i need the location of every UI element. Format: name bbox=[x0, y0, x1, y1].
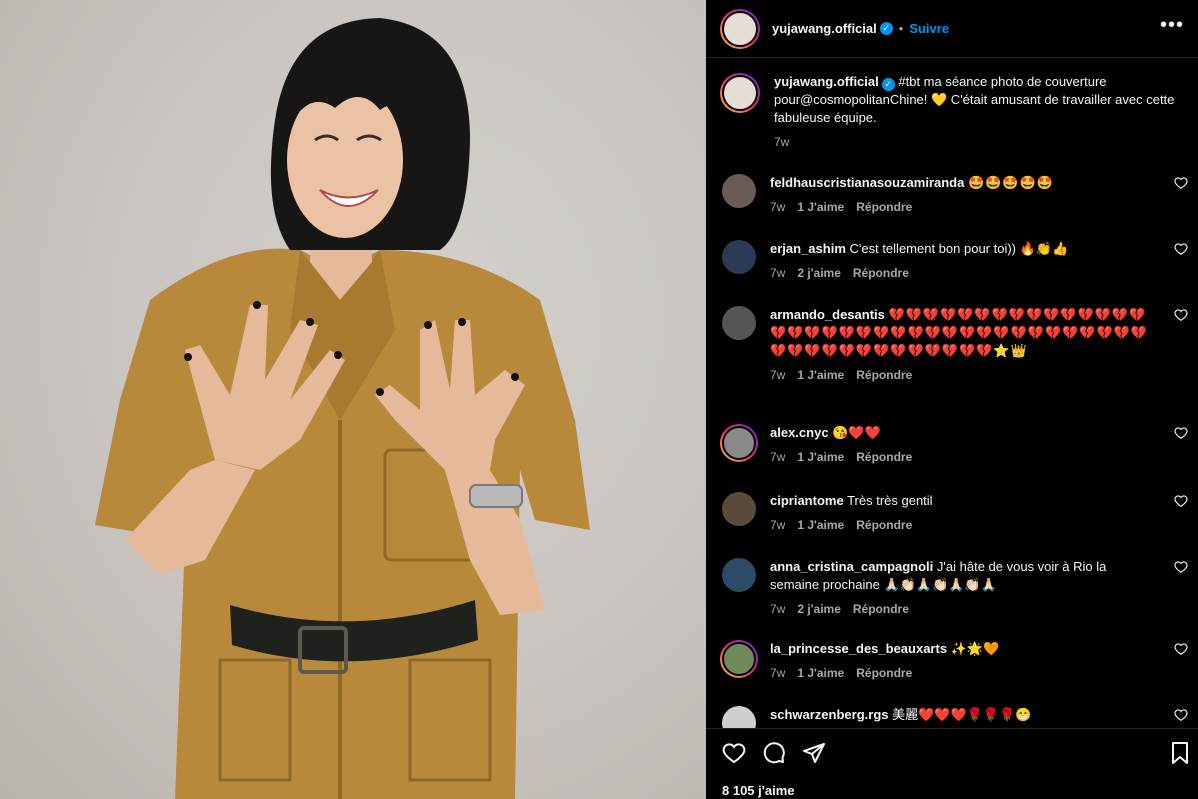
comment-username[interactable]: cipriantome bbox=[770, 493, 844, 508]
comment-likes[interactable]: 2 j'aime bbox=[797, 264, 841, 282]
reply-button[interactable]: Répondre bbox=[853, 264, 909, 282]
commenter-avatar[interactable] bbox=[722, 240, 756, 274]
comment-icon[interactable] bbox=[762, 741, 786, 765]
reply-button[interactable]: Répondre bbox=[853, 600, 909, 618]
follow-button[interactable]: Suivre bbox=[909, 21, 949, 36]
comment-time[interactable]: 7w bbox=[770, 516, 785, 534]
comment-item: schwarzenberg.rgs 美麗❤️❤️❤️🌹🌹🌹😁 bbox=[706, 706, 1198, 728]
comment-item: cipriantome Très très gentil 7w 1 J'aime R… bbox=[706, 492, 1198, 534]
comment-text: 😘❤️❤️ bbox=[832, 425, 881, 440]
comment-username[interactable]: feldhauscristianasouzamiranda bbox=[770, 175, 964, 190]
action-bar: 8 105 j'aime bbox=[706, 728, 1198, 799]
comment-text: 🤩🤩🤩🤩🤩 bbox=[967, 175, 1054, 190]
caption-time[interactable]: 7w bbox=[774, 133, 789, 151]
commenter-avatar[interactable] bbox=[722, 706, 756, 728]
comment-text: Très très gentil bbox=[847, 493, 933, 508]
commenter-avatar[interactable] bbox=[722, 558, 756, 592]
more-options-icon[interactable]: ••• bbox=[1160, 15, 1184, 38]
comment-time[interactable]: 7w bbox=[770, 198, 785, 216]
commenter-avatar[interactable] bbox=[720, 424, 758, 462]
comment-likes[interactable]: 1 J'aime bbox=[797, 366, 844, 384]
likes-count[interactable]: 8 105 j'aime bbox=[722, 783, 794, 798]
separator-dot: • bbox=[898, 21, 904, 36]
commenter-avatar[interactable] bbox=[722, 174, 756, 208]
comment-username[interactable]: anna_cristina_campagnoli bbox=[770, 559, 933, 574]
comment-like-icon[interactable] bbox=[1174, 426, 1188, 440]
comment-likes[interactable]: 1 J'aime bbox=[797, 198, 844, 216]
comment-username[interactable]: erjan_ashim bbox=[770, 241, 846, 256]
comment-item: anna_cristina_campagnoli J'ai hâte de vo… bbox=[706, 558, 1198, 618]
comment-time[interactable]: 7w bbox=[770, 264, 785, 282]
comment-item: alex.cnyc 😘❤️❤️ 7w 1 J'aime Répondre bbox=[706, 424, 1198, 466]
comment-like-icon[interactable] bbox=[1174, 176, 1188, 190]
comment-text: ✨🌟🧡 bbox=[950, 641, 1000, 656]
commenter-avatar[interactable] bbox=[722, 306, 756, 340]
author-avatar[interactable] bbox=[720, 8, 760, 49]
comment-time[interactable]: 7w bbox=[770, 448, 785, 466]
reply-button[interactable]: Répondre bbox=[856, 366, 912, 384]
comment-time[interactable]: 7w bbox=[770, 366, 785, 384]
caption: yujawang.official ✓ #tbt ma séance photo … bbox=[706, 59, 1198, 151]
heart-icon[interactable] bbox=[722, 741, 746, 765]
post-image[interactable] bbox=[0, 0, 706, 799]
comment-like-icon[interactable] bbox=[1174, 242, 1188, 256]
comment-username[interactable]: alex.cnyc bbox=[770, 425, 829, 440]
verified-icon: ✓ bbox=[881, 78, 895, 91]
comment-likes[interactable]: 1 J'aime bbox=[797, 664, 844, 682]
comment-likes[interactable]: 1 J'aime bbox=[797, 516, 844, 534]
comment-likes[interactable]: 1 J'aime bbox=[797, 448, 844, 466]
comment-time[interactable]: 7w bbox=[770, 600, 785, 618]
comment-username[interactable]: armando_desantis bbox=[770, 307, 885, 322]
reply-button[interactable]: Répondre bbox=[856, 198, 912, 216]
comment-text: 美麗❤️❤️❤️🌹🌹🌹😁 bbox=[892, 707, 1032, 722]
reply-button[interactable]: Répondre bbox=[856, 516, 912, 534]
comment-like-icon[interactable] bbox=[1174, 560, 1188, 574]
post-panel: yujawang.official ✓ • Suivre ••• yujawan… bbox=[706, 0, 1198, 799]
comment-item: la_princesse_des_beauxarts ✨🌟🧡 7w 1 J'aim… bbox=[706, 640, 1198, 682]
caption-avatar[interactable] bbox=[720, 73, 760, 113]
comment-like-icon[interactable] bbox=[1174, 642, 1188, 656]
comment-like-icon[interactable] bbox=[1174, 308, 1188, 322]
commenter-avatar[interactable] bbox=[722, 492, 756, 526]
comment-time[interactable]: 7w bbox=[770, 664, 785, 682]
comment-username[interactable]: schwarzenberg.rgs bbox=[770, 707, 889, 722]
reply-button[interactable]: Répondre bbox=[856, 448, 912, 466]
send-icon[interactable] bbox=[802, 741, 826, 765]
comment-like-icon[interactable] bbox=[1174, 708, 1188, 722]
verified-icon: ✓ bbox=[879, 22, 893, 35]
comment-item: armando_desantis 💔💔💔💔💔💔💔💔💔💔💔💔💔💔💔💔💔💔💔💔💔💔💔… bbox=[706, 306, 1198, 384]
caption-username[interactable]: yujawang.official bbox=[774, 74, 879, 89]
post-header: yujawang.official ✓ • Suivre ••• bbox=[706, 0, 1198, 58]
author-username[interactable]: yujawang.official bbox=[772, 21, 877, 36]
comment-username[interactable]: la_princesse_des_beauxarts bbox=[770, 641, 947, 656]
commenter-avatar[interactable] bbox=[720, 640, 758, 678]
comment-likes[interactable]: 2 j'aime bbox=[797, 600, 841, 618]
bookmark-icon[interactable] bbox=[1168, 741, 1192, 765]
comment-item: erjan_ashim C'est tellement bon pour toi… bbox=[706, 240, 1198, 282]
reply-button[interactable]: Répondre bbox=[856, 664, 912, 682]
portrait-illustration bbox=[95, 18, 590, 799]
comment-like-icon[interactable] bbox=[1174, 494, 1188, 508]
comments-list[interactable]: yujawang.official ✓ #tbt ma séance photo … bbox=[706, 59, 1198, 728]
comment-text: C'est tellement bon pour toi)) 🔥👏👍 bbox=[849, 241, 1069, 256]
comment-item: feldhauscristianasouzamiranda 🤩🤩🤩🤩🤩 7w 1 … bbox=[706, 174, 1198, 216]
